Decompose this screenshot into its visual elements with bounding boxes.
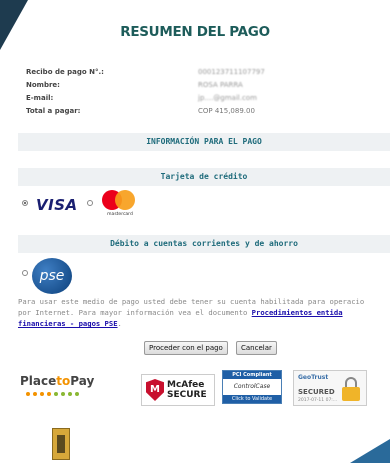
lock-icon (342, 377, 360, 401)
total-value: COP 415,089.00 (198, 107, 255, 115)
dot (75, 392, 79, 396)
mastercard-text: mastercard (107, 212, 133, 217)
placetopay-logo: PlacetoPay (20, 374, 94, 388)
mastercard-logo[interactable]: mastercard (100, 190, 140, 220)
summary-row-receipt: Recibo de pago N°.: 000123711107797 (26, 66, 265, 79)
section-header-debit: Débito a cuentas corrientes y de ahorro (18, 235, 390, 253)
payment-summary: Recibo de pago N°.: 000123711107797 Nomb… (26, 66, 265, 118)
name-value: ROSA PARRA (198, 81, 243, 89)
cancel-button[interactable]: Cancelar (236, 341, 277, 355)
pci-company: ControlCase (233, 383, 271, 390)
email-label: E-mail: (26, 94, 54, 102)
dot (61, 392, 65, 396)
pse-info-line-3-suffix: . (117, 319, 122, 328)
pse-procedures-link-cont[interactable]: financieras - pagos PSE (18, 319, 118, 328)
mcafee-name: McAfee (167, 380, 205, 390)
geotrust-secured-label: SECURED (298, 388, 335, 396)
name-label: Nombre: (26, 81, 60, 89)
visa-logo[interactable]: VISA (36, 196, 78, 214)
geotrust-brand: GeoTrust (298, 374, 329, 381)
pse-procedures-link[interactable]: Procedimientos entida (252, 308, 343, 317)
placetopay-text-a: Place (20, 374, 57, 388)
geotrust-badge[interactable]: GeoTrust SECURED 2017-07-11 07:... (293, 370, 367, 406)
mcafee-shield-icon: M (146, 379, 164, 401)
geotrust-date: 2017-07-11 07:... (298, 398, 338, 403)
summary-row-email: E-mail: jp....@gmail.com (26, 92, 265, 105)
mastercard-orange-circle (115, 190, 135, 210)
pse-info-line-2-text: por Internet. Para mayor información vea… (18, 308, 252, 317)
visa-radio[interactable] (22, 200, 28, 206)
mastercard-radio[interactable] (87, 200, 93, 206)
placetopay-dots (26, 392, 79, 396)
pse-info-line-3: financieras - pagos PSE. (18, 318, 390, 329)
pci-title: PCI Compliant (223, 371, 281, 379)
dot (33, 392, 37, 396)
dot (68, 392, 72, 396)
summary-row-name: Nombre: ROSA PARRA (26, 79, 265, 92)
pci-validate-link: Click to Validate (223, 395, 281, 403)
dot (54, 392, 58, 396)
trust-seal-icon[interactable] (52, 428, 70, 460)
page-title: RESUMEN DEL PAGO (120, 24, 270, 40)
total-label: Total a pagar: (26, 107, 81, 115)
pse-info-text: Para usar este medio de pago usted debe … (18, 296, 390, 329)
proceed-button[interactable]: Proceder con el pago (144, 341, 228, 355)
dot (40, 392, 44, 396)
placetopay-text-b: to (56, 374, 71, 388)
receipt-label: Recibo de pago N°.: (26, 68, 104, 76)
mcafee-secure-badge[interactable]: M McAfee SECURE (141, 374, 215, 406)
dot (26, 392, 30, 396)
email-value: jp....@gmail.com (198, 94, 257, 102)
corner-decoration-bottom (350, 439, 390, 463)
mcafee-text: McAfee SECURE (167, 380, 207, 400)
summary-row-total: Total a pagar: COP 415,089.00 (26, 105, 265, 118)
pci-compliant-badge[interactable]: PCI Compliant ControlCase Click to Valid… (222, 370, 282, 404)
pse-info-line-1: Para usar este medio de pago usted debe … (18, 297, 365, 306)
section-header-credit-card: Tarjeta de crédito (18, 168, 390, 186)
pse-info-line-2: por Internet. Para mayor información vea… (18, 307, 390, 318)
pse-radio[interactable] (22, 270, 28, 276)
pse-logo[interactable]: pse (32, 258, 72, 294)
placetopay-text-c: Pay (70, 374, 95, 388)
dot (47, 392, 51, 396)
receipt-value: 000123711107797 (198, 68, 265, 76)
mcafee-secure-label: SECURE (167, 390, 207, 400)
section-header-payment-info: INFORMACIÓN PARA EL PAGO (18, 133, 390, 151)
